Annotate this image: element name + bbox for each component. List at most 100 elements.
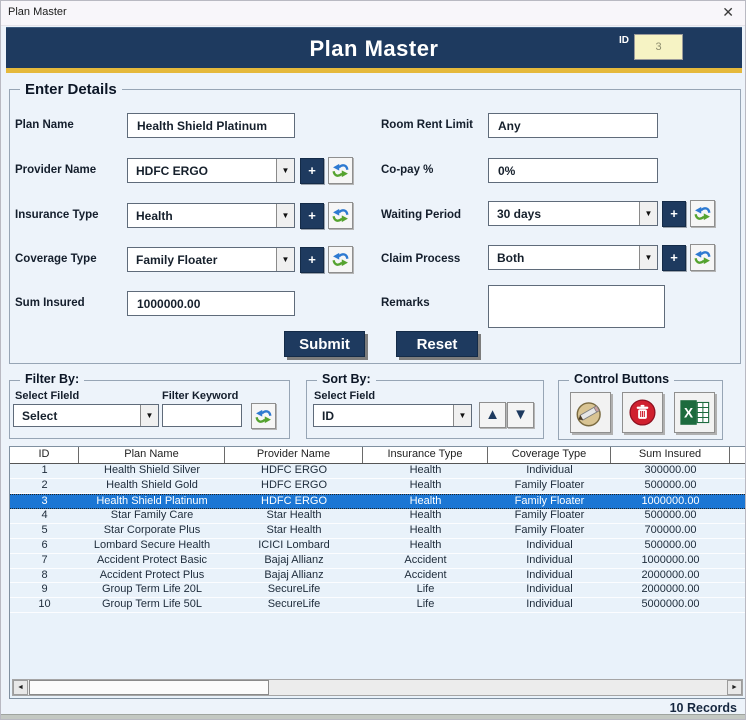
table-cell: Individual	[488, 464, 611, 478]
coverage-type-dropdown[interactable]: Family Floater ▼	[127, 247, 295, 272]
refresh-claim-process-button[interactable]	[690, 244, 715, 271]
sync-icon	[693, 204, 712, 223]
table-cell: Health	[363, 509, 488, 523]
sort-field-dropdown[interactable]: ID ▼	[313, 404, 472, 427]
room-rent-limit-input[interactable]	[488, 113, 658, 138]
add-coverage-type-button[interactable]: +	[300, 247, 324, 273]
provider-name-label: Provider Name	[15, 164, 96, 176]
edit-button[interactable]	[570, 392, 611, 433]
dropdown-arrow-icon[interactable]: ▼	[639, 246, 657, 269]
claim-process-value: Both	[489, 251, 639, 265]
insurance-type-label: Insurance Type	[15, 209, 99, 221]
table-cell: 2000000.00	[611, 583, 730, 597]
scroll-right-icon[interactable]: ►	[727, 680, 742, 695]
table-cell: 1000000.00	[611, 554, 730, 568]
table-cell: Individual	[488, 583, 611, 597]
table-cell: 500000.00	[611, 479, 730, 493]
table-row[interactable]: 7Accident Protect BasicBajaj AllianzAcci…	[10, 554, 745, 569]
column-header: Insurance Type	[363, 447, 488, 463]
table-cell: 500000.00	[611, 539, 730, 553]
provider-name-value: HDFC ERGO	[128, 164, 276, 178]
waiting-period-dropdown[interactable]: 30 days ▼	[488, 201, 658, 226]
table-cell-filler	[730, 569, 745, 583]
table-cell-filler	[730, 509, 745, 523]
control-buttons-legend: Control Buttons	[569, 372, 674, 386]
dropdown-arrow-icon[interactable]: ▼	[276, 204, 294, 227]
table-row[interactable]: 6Lombard Secure HealthICICI LombardHealt…	[10, 539, 745, 554]
sync-icon	[693, 248, 712, 267]
table-cell: Accident	[363, 554, 488, 568]
dropdown-arrow-icon[interactable]: ▼	[276, 248, 294, 271]
table-cell-filler	[730, 598, 745, 612]
table-cell: Health Shield Silver	[79, 464, 225, 478]
scroll-left-icon[interactable]: ◄	[13, 680, 28, 695]
dropdown-arrow-icon[interactable]: ▼	[140, 405, 158, 426]
add-waiting-period-button[interactable]: +	[662, 201, 686, 227]
table-row[interactable]: 9Group Term Life 20LSecureLifeLifeIndivi…	[10, 583, 745, 598]
sort-descending-button[interactable]: ▼	[507, 402, 534, 428]
table-cell: Group Term Life 50L	[79, 598, 225, 612]
sync-icon	[331, 250, 350, 269]
id-field[interactable]: 3	[634, 34, 683, 60]
dropdown-arrow-icon[interactable]: ▼	[639, 202, 657, 225]
filter-by-legend: Filter By:	[20, 372, 84, 386]
copay-input[interactable]	[488, 158, 658, 183]
table-cell: ICICI Lombard	[225, 539, 363, 553]
table-cell-filler	[730, 539, 745, 553]
table-cell: 5000000.00	[611, 598, 730, 612]
table-cell: Life	[363, 583, 488, 597]
dropdown-arrow-icon[interactable]: ▼	[453, 405, 471, 426]
horizontal-scrollbar[interactable]: ◄ ►	[12, 679, 743, 696]
claim-process-dropdown[interactable]: Both ▼	[488, 245, 658, 270]
sync-icon	[331, 161, 350, 180]
table-cell: Family Floater	[488, 479, 611, 493]
refresh-waiting-period-button[interactable]	[690, 200, 715, 227]
table-body: 1Health Shield SilverHDFC ERGOHealthIndi…	[10, 464, 745, 613]
provider-name-dropdown[interactable]: HDFC ERGO ▼	[127, 158, 295, 183]
filter-field-value: Select	[14, 409, 140, 423]
table-cell: Star Corporate Plus	[79, 524, 225, 538]
insurance-type-dropdown[interactable]: Health ▼	[127, 203, 295, 228]
table-cell: Health	[363, 524, 488, 538]
app-header: Plan Master ID 3	[6, 27, 742, 69]
close-icon[interactable]: ✕	[722, 4, 734, 20]
column-header: Coverage Type	[488, 447, 611, 463]
refresh-coverage-type-button[interactable]	[328, 246, 353, 273]
refresh-provider-button[interactable]	[328, 157, 353, 184]
table-row[interactable]: 1Health Shield SilverHDFC ERGOHealthIndi…	[10, 464, 745, 479]
sort-ascending-button[interactable]: ▲	[479, 402, 506, 428]
table-row[interactable]: 2Health Shield GoldHDFC ERGOHealthFamily…	[10, 479, 745, 494]
table-cell: Health	[363, 464, 488, 478]
plan-name-input[interactable]	[127, 113, 295, 138]
table-cell: 3	[10, 495, 79, 509]
add-insurance-type-button[interactable]: +	[300, 203, 324, 229]
table-row[interactable]: 5Star Corporate PlusStar HealthHealthFam…	[10, 524, 745, 539]
add-claim-process-button[interactable]: +	[662, 245, 686, 271]
submit-button[interactable]: Submit	[284, 331, 365, 357]
table-cell: Bajaj Allianz	[225, 554, 363, 568]
apply-filter-button[interactable]	[251, 403, 276, 429]
dropdown-arrow-icon[interactable]: ▼	[276, 159, 294, 182]
table-cell: 6	[10, 539, 79, 553]
filter-field-dropdown[interactable]: Select ▼	[13, 404, 159, 427]
table-row[interactable]: 4Star Family CareStar HealthHealthFamily…	[10, 509, 745, 524]
table-row[interactable]: 8Accident Protect PlusBajaj AllianzAccid…	[10, 569, 745, 584]
title-bar: Plan Master ✕	[1, 1, 745, 26]
table-cell: Bajaj Allianz	[225, 569, 363, 583]
table-cell: Individual	[488, 539, 611, 553]
table-cell: 5	[10, 524, 79, 538]
sum-insured-input[interactable]	[127, 291, 295, 316]
filter-keyword-input[interactable]	[162, 404, 242, 427]
add-provider-button[interactable]: +	[300, 158, 324, 184]
table-row[interactable]: 10Group Term Life 50LSecureLifeLifeIndiv…	[10, 598, 745, 613]
table-row[interactable]: 3Health Shield PlatinumHDFC ERGOHealthFa…	[10, 494, 745, 510]
delete-button[interactable]	[622, 392, 663, 433]
remarks-input[interactable]	[488, 285, 665, 328]
reset-button[interactable]: Reset	[396, 331, 478, 357]
table-cell: 10	[10, 598, 79, 612]
refresh-insurance-type-button[interactable]	[328, 202, 353, 229]
table-cell: Individual	[488, 569, 611, 583]
sort-select-field-label: Select Field	[314, 390, 375, 402]
scrollbar-thumb[interactable]	[29, 680, 269, 695]
export-excel-button[interactable]	[674, 392, 715, 433]
